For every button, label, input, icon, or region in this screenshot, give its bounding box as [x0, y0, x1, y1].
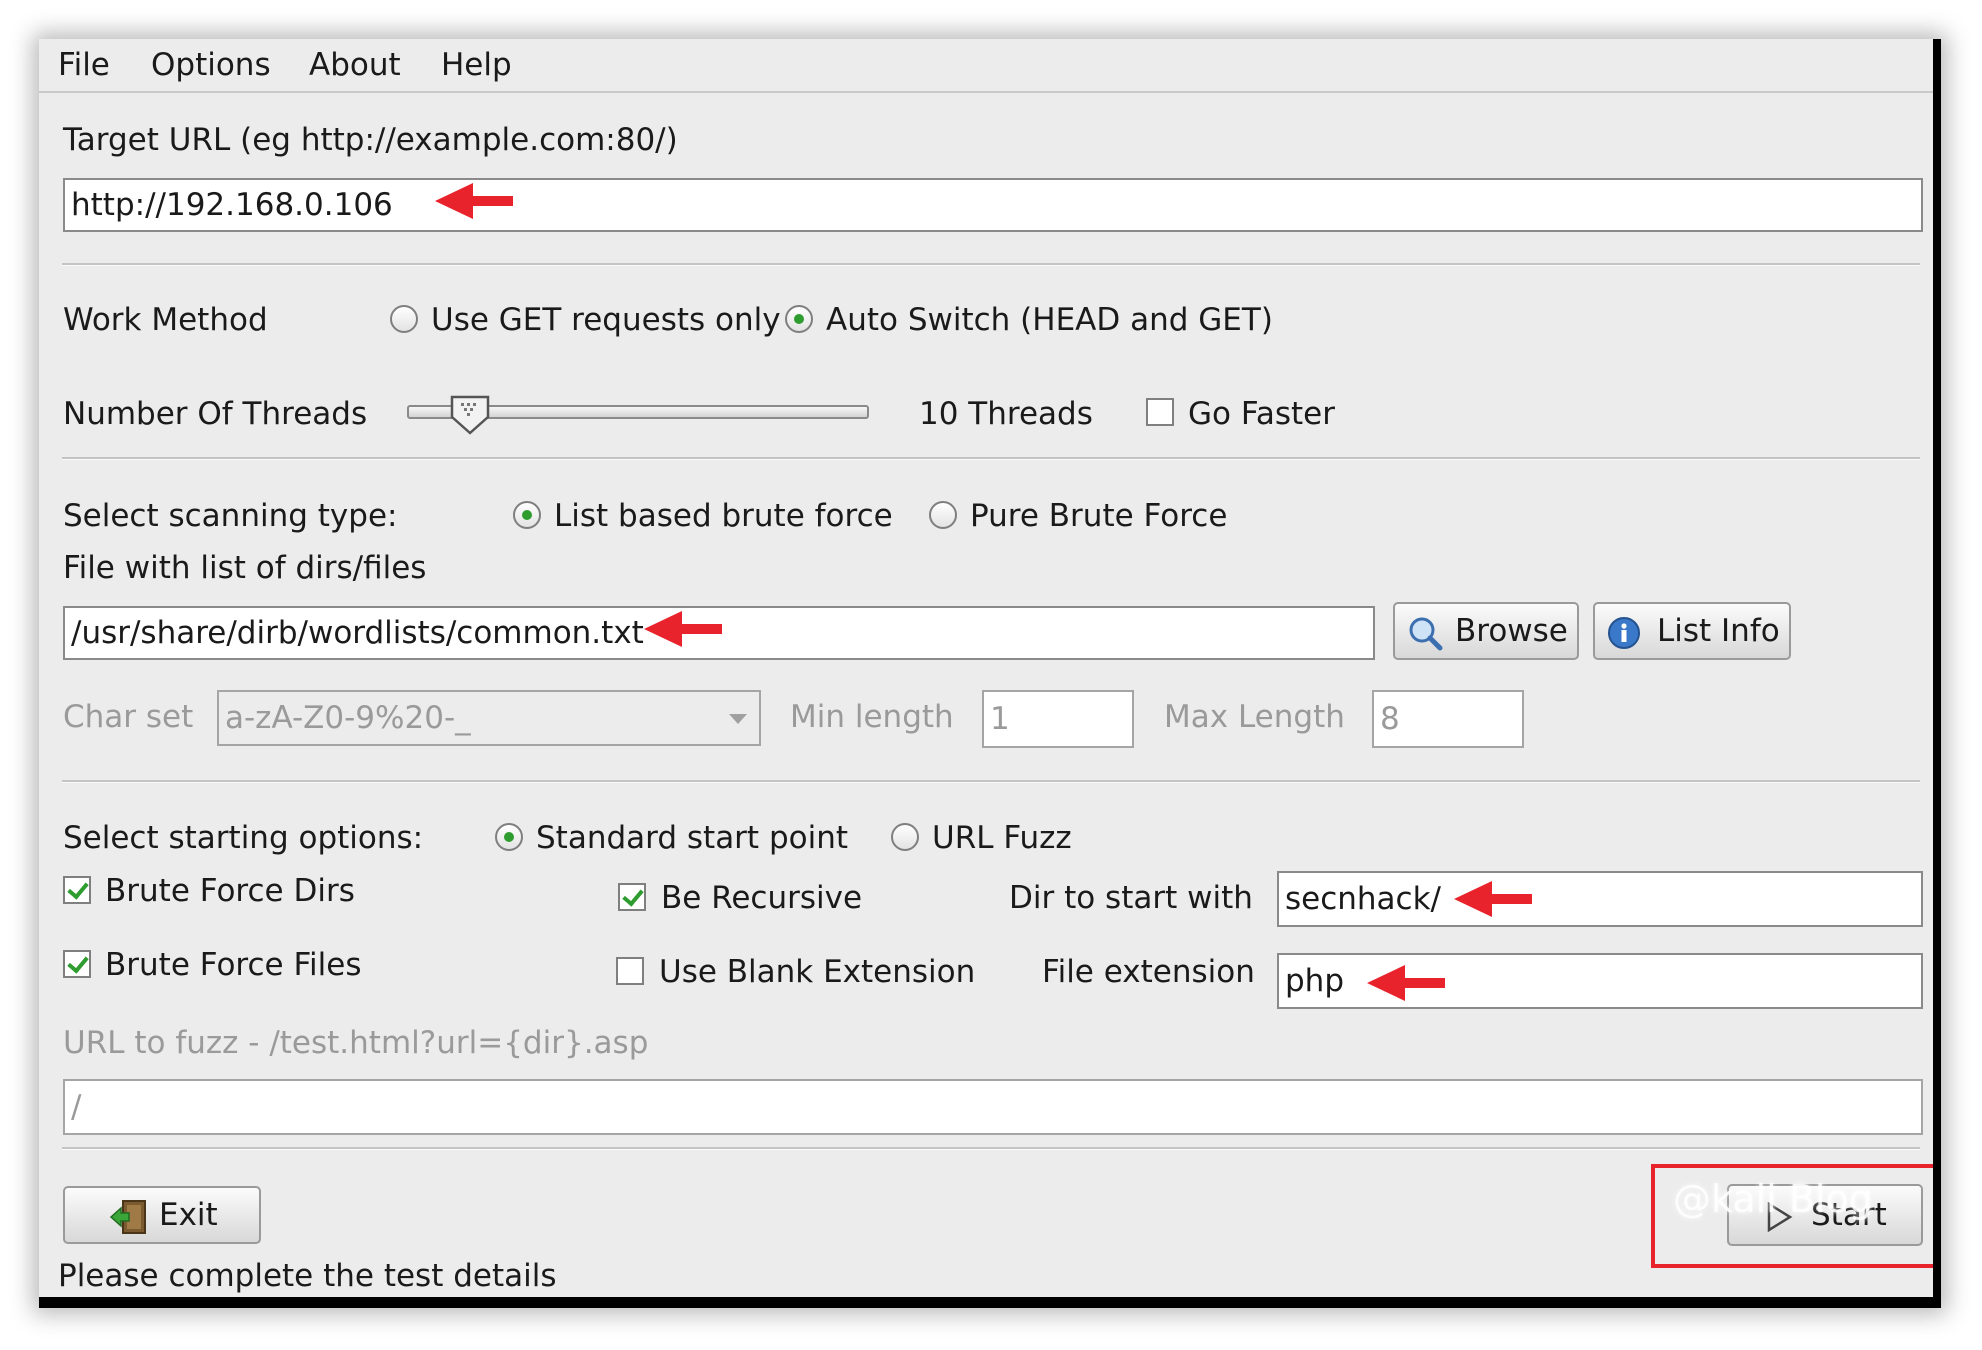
dir-start-input[interactable]: secnhack/ [1277, 871, 1923, 927]
blank-extension-checkbox[interactable] [616, 957, 644, 985]
file-extension-label: File extension [1042, 954, 1255, 990]
max-length-value: 8 [1380, 701, 1400, 737]
separator [62, 457, 1920, 460]
info-icon [1608, 617, 1640, 649]
url-fuzz-label: URL to fuzz - /test.html?url={dir}.asp [63, 1025, 649, 1061]
min-length-label: Min length [790, 699, 954, 735]
radio-get-only-label: Use GET requests only [431, 302, 781, 338]
browse-label: Browse [1455, 613, 1568, 649]
separator [62, 263, 1920, 266]
menu-about[interactable]: About [309, 47, 401, 83]
dir-start-value: secnhack/ [1285, 881, 1441, 917]
file-list-label: File with list of dirs/files [63, 550, 427, 586]
radio-list-based[interactable] [513, 501, 541, 529]
target-url-label: Target URL (eg http://example.com:80/) [63, 122, 678, 158]
scan-type-label: Select scanning type: [63, 498, 398, 534]
target-url-input[interactable]: http://192.168.0.106 [63, 178, 1923, 232]
annotation-arrow-ext [1367, 965, 1445, 1001]
annotation-arrow-wordlist [644, 611, 722, 647]
menu-file[interactable]: File [58, 47, 110, 83]
chevron-down-icon [729, 714, 747, 724]
separator [62, 1147, 1920, 1150]
exit-button[interactable]: Exit [63, 1186, 261, 1244]
window-edge [39, 1297, 1941, 1308]
target-url-value: http://192.168.0.106 [71, 187, 393, 223]
radio-get-only[interactable] [390, 305, 418, 333]
threads-count: 10 Threads [919, 396, 1093, 432]
radio-standard-start[interactable] [495, 823, 523, 851]
radio-auto-switch[interactable] [785, 305, 813, 333]
radio-auto-switch-label: Auto Switch (HEAD and GET) [826, 302, 1273, 338]
window-edge [1933, 39, 1941, 1308]
go-faster-label: Go Faster [1188, 396, 1335, 432]
brute-dirs-label: Brute Force Dirs [105, 873, 355, 909]
recursive-label: Be Recursive [661, 880, 863, 916]
annotation-arrow-dir [1454, 881, 1532, 917]
radio-url-fuzz[interactable] [891, 823, 919, 851]
separator [62, 780, 1920, 783]
threads-label: Number Of Threads [63, 396, 368, 432]
dirbuster-window: File Options About Help Target URL (eg h… [39, 39, 1941, 1308]
exit-door-icon [109, 1200, 146, 1234]
blank-extension-label: Use Blank Extension [659, 954, 976, 990]
brute-files-label: Brute Force Files [105, 947, 362, 983]
menu-bar: File Options About Help [39, 39, 1933, 93]
radio-url-fuzz-label: URL Fuzz [932, 820, 1072, 856]
brute-dirs-checkbox[interactable] [63, 876, 91, 904]
list-info-label: List Info [1657, 613, 1780, 649]
start-options-label: Select starting options: [63, 820, 424, 856]
browse-button[interactable]: Browse [1393, 602, 1579, 660]
brute-files-checkbox[interactable] [63, 950, 91, 978]
min-length-value: 1 [990, 701, 1010, 737]
charset-value: a-zA-Z0-9%20-_ [225, 700, 471, 736]
list-info-button[interactable]: List Info [1593, 602, 1791, 660]
radio-standard-start-label: Standard start point [536, 820, 848, 856]
magnifier-icon [1409, 617, 1443, 651]
go-faster-checkbox[interactable] [1146, 398, 1174, 426]
annotation-arrow-target [435, 183, 513, 219]
charset-label: Char set [63, 699, 194, 735]
radio-pure-brute[interactable] [929, 501, 957, 529]
radio-list-based-label: List based brute force [554, 498, 893, 534]
dir-start-label: Dir to start with [1009, 880, 1253, 916]
min-length-input[interactable]: 1 [982, 690, 1134, 748]
watermark: @kali Blog [1673, 1177, 1873, 1221]
max-length-input[interactable]: 8 [1372, 690, 1524, 748]
url-fuzz-value: / [71, 1089, 82, 1125]
file-extension-value: php [1285, 963, 1345, 999]
radio-pure-brute-label: Pure Brute Force [970, 498, 1228, 534]
wordlist-value: /usr/share/dirb/wordlists/common.txt [71, 615, 644, 651]
max-length-label: Max Length [1164, 699, 1345, 735]
work-method-label: Work Method [63, 302, 268, 338]
menu-options[interactable]: Options [151, 47, 271, 83]
exit-label: Exit [159, 1197, 218, 1233]
charset-select[interactable]: a-zA-Z0-9%20-_ [217, 690, 761, 746]
status-text: Please complete the test details [58, 1258, 557, 1294]
menu-help[interactable]: Help [441, 47, 512, 83]
recursive-checkbox[interactable] [618, 883, 646, 911]
threads-slider-thumb[interactable] [449, 395, 491, 435]
url-fuzz-input[interactable]: / [63, 1079, 1923, 1135]
